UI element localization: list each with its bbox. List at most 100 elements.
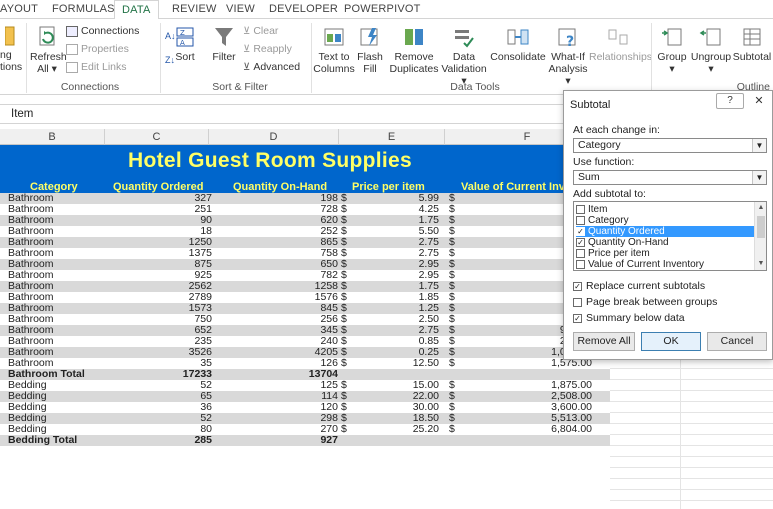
- flash-fill-button[interactable]: Flash Fill: [357, 25, 383, 75]
- cell-price[interactable]: 25.20: [413, 424, 439, 435]
- connections-button[interactable]: Connections: [66, 25, 139, 37]
- page-break-checkbox[interactable]: Page break between groups: [573, 296, 717, 308]
- subtotal-field-item[interactable]: ✓ Quantity Ordered: [576, 226, 754, 237]
- scroll-thumb[interactable]: [757, 216, 765, 238]
- ungroup-button[interactable]: Ungroup ▾: [690, 25, 732, 75]
- checkbox-icon[interactable]: [576, 249, 585, 258]
- table-row[interactable]: Bathroom652345$2.75$948.75: [0, 325, 610, 336]
- replace-current-checkbox[interactable]: ✓ Replace current subtotals: [573, 280, 705, 292]
- tab-review[interactable]: REVIEW: [172, 3, 217, 15]
- list-scrollbar[interactable]: ▲ ▼: [754, 202, 766, 270]
- subtotal-field-item[interactable]: Price per item: [576, 248, 754, 259]
- edit-links-button[interactable]: Edit Links: [66, 61, 127, 73]
- cell-currency[interactable]: $: [341, 424, 347, 435]
- subtotal-field-item[interactable]: Item: [576, 204, 754, 215]
- table-row[interactable]: Bathroom 2562 1258 $1.75 $: [0, 281, 610, 292]
- subtotal-field-item[interactable]: Value of Current Inventory: [576, 259, 754, 270]
- table-row[interactable]: Bathroom 875 650 $2.95 $: [0, 259, 610, 270]
- column-header-c[interactable]: C: [105, 129, 209, 145]
- table-row[interactable]: Bathroom 1573 845 $1.25 $: [0, 303, 610, 314]
- table-row[interactable]: Bathroom 1250 865 $2.75 $: [0, 237, 610, 248]
- table-row[interactable]: Bedding 65 114 $22.00 $2,508.00: [0, 391, 610, 402]
- chevron-down-icon[interactable]: ▼: [752, 139, 766, 152]
- column-header-d[interactable]: D: [209, 129, 339, 145]
- table-row[interactable]: Bathroom35264205$0.25$1,051.25: [0, 347, 610, 358]
- table-row[interactable]: Bathroom 1375 758 $2.75 $: [0, 248, 610, 259]
- cell-currency[interactable]: $: [449, 358, 455, 369]
- relationships-button[interactable]: Relationships: [589, 25, 652, 63]
- get-external-data-button[interactable]: ng tions: [0, 25, 22, 73]
- at-each-change-label: At each change in:: [573, 124, 660, 136]
- header-quantity-on-hand[interactable]: Quantity On-Hand: [233, 181, 327, 193]
- table-row[interactable]: Bedding 36 120 $30.00 $3,600.00: [0, 402, 610, 413]
- scroll-up-icon[interactable]: ▲: [755, 202, 766, 214]
- cell-currency[interactable]: $: [341, 358, 347, 369]
- tab-data[interactable]: DATA: [114, 0, 159, 20]
- table-row[interactable]: Bathroom 2789 1576 $1.85 $: [0, 292, 610, 303]
- tab-formulas[interactable]: FORMULAS: [52, 3, 115, 15]
- cancel-button[interactable]: Cancel: [707, 332, 767, 351]
- remove-duplicates-button[interactable]: Remove Duplicates: [388, 25, 440, 75]
- checkbox-icon[interactable]: ✓: [576, 238, 585, 247]
- summary-below-checkbox[interactable]: ✓ Summary below data: [573, 312, 685, 324]
- column-header-e[interactable]: E: [339, 129, 445, 145]
- table-row[interactable]: Bedding 52 298 $18.50 $5,513.00: [0, 413, 610, 424]
- text-to-columns-button[interactable]: Text to Columns: [313, 25, 355, 75]
- data-validation-button[interactable]: Data Validation ▾: [440, 25, 488, 87]
- filter-button[interactable]: Filter: [210, 25, 238, 63]
- subtotal-field-item[interactable]: Category: [576, 215, 754, 226]
- table-row[interactable]: Bedding 80 270 $25.20 $6,804.00: [0, 424, 610, 435]
- cell-category[interactable]: Bedding Total: [8, 435, 77, 446]
- sort-button[interactable]: ZA Sort: [171, 25, 199, 63]
- properties-button[interactable]: Properties: [66, 43, 129, 55]
- what-if-analysis-button[interactable]: ? What-If Analysis ▾: [547, 25, 589, 87]
- scroll-down-icon[interactable]: ▼: [755, 258, 766, 270]
- header-value-current-inventory[interactable]: Value of Current Inv: [461, 181, 565, 193]
- checkbox-icon[interactable]: [576, 205, 585, 214]
- at-each-change-select[interactable]: Category ▼: [573, 138, 767, 153]
- refresh-all-button[interactable]: Refresh All ▾: [30, 25, 67, 75]
- table-row[interactable]: Bathroom 251 728 $4.25 $: [0, 204, 610, 215]
- checkbox-icon[interactable]: [576, 260, 585, 269]
- cell-quantity-ordered[interactable]: 285: [194, 435, 212, 446]
- header-quantity-ordered[interactable]: Quantity Ordered: [113, 181, 203, 193]
- subtotal-button[interactable]: Subtotal: [731, 25, 773, 63]
- table-row[interactable]: Bedding 52 125 $15.00 $1,875.00: [0, 380, 610, 391]
- table-row[interactable]: Bathroom 90 620 $1.75 $: [0, 215, 610, 226]
- table-row[interactable]: Bathroom 750 256 $2.50 $: [0, 314, 610, 325]
- checkbox-icon[interactable]: ✓: [576, 227, 585, 236]
- checkbox-icon[interactable]: [576, 216, 585, 225]
- remove-all-button[interactable]: Remove All: [573, 332, 635, 351]
- sheet-title[interactable]: Hotel Guest Room Supplies: [0, 149, 540, 173]
- tab-page-layout[interactable]: AYOUT: [0, 3, 38, 15]
- table-row[interactable]: Bathroom 925 782 $2.95 $: [0, 270, 610, 281]
- cell-price[interactable]: 12.50: [413, 358, 439, 369]
- column-header-b[interactable]: B: [0, 129, 105, 145]
- help-button[interactable]: ?: [716, 93, 744, 109]
- cell-value[interactable]: 6,804.00: [551, 424, 592, 435]
- chevron-down-icon[interactable]: ▼: [752, 171, 766, 184]
- table-row[interactable]: Bathroom 327 198 $5.99 $: [0, 193, 610, 204]
- header-price-per-item[interactable]: Price per item: [352, 181, 425, 193]
- table-row[interactable]: Bathroom Total 17233 13704: [0, 369, 610, 380]
- reapply-button[interactable]: ⊻ Reapply: [243, 43, 292, 55]
- advanced-button[interactable]: ⊻ Advanced: [243, 61, 300, 73]
- subtotal-field-item[interactable]: ✓ Quantity On-Hand: [576, 237, 754, 248]
- tab-developer[interactable]: DEVELOPER: [269, 3, 338, 15]
- tab-view[interactable]: VIEW: [226, 3, 255, 15]
- clear-button[interactable]: ⊻ Clear: [243, 25, 278, 37]
- cell-currency[interactable]: $: [449, 424, 455, 435]
- edit-links-icon: [66, 61, 78, 73]
- use-function-select[interactable]: Sum ▼: [573, 170, 767, 185]
- close-icon[interactable]: ✕: [748, 94, 770, 108]
- consolidate-button[interactable]: Consolidate: [489, 25, 547, 63]
- cell-quantity-on-hand[interactable]: 927: [320, 435, 338, 446]
- tab-powerpivot[interactable]: POWERPIVOT: [344, 3, 421, 15]
- table-row[interactable]: Bathroom235240$0.85$204.00: [0, 336, 610, 347]
- table-row[interactable]: Bathroom 35 126 $12.50 $1,575.00: [0, 358, 610, 369]
- ok-button[interactable]: OK: [641, 332, 701, 351]
- table-row[interactable]: Bathroom 18 252 $5.50 $: [0, 226, 610, 237]
- add-subtotal-list[interactable]: Item Category ✓ Quantity Ordered ✓ Quantity O…: [573, 201, 767, 271]
- group-button[interactable]: Group ▾: [655, 25, 689, 75]
- table-row[interactable]: Bedding Total 285 927: [0, 435, 610, 446]
